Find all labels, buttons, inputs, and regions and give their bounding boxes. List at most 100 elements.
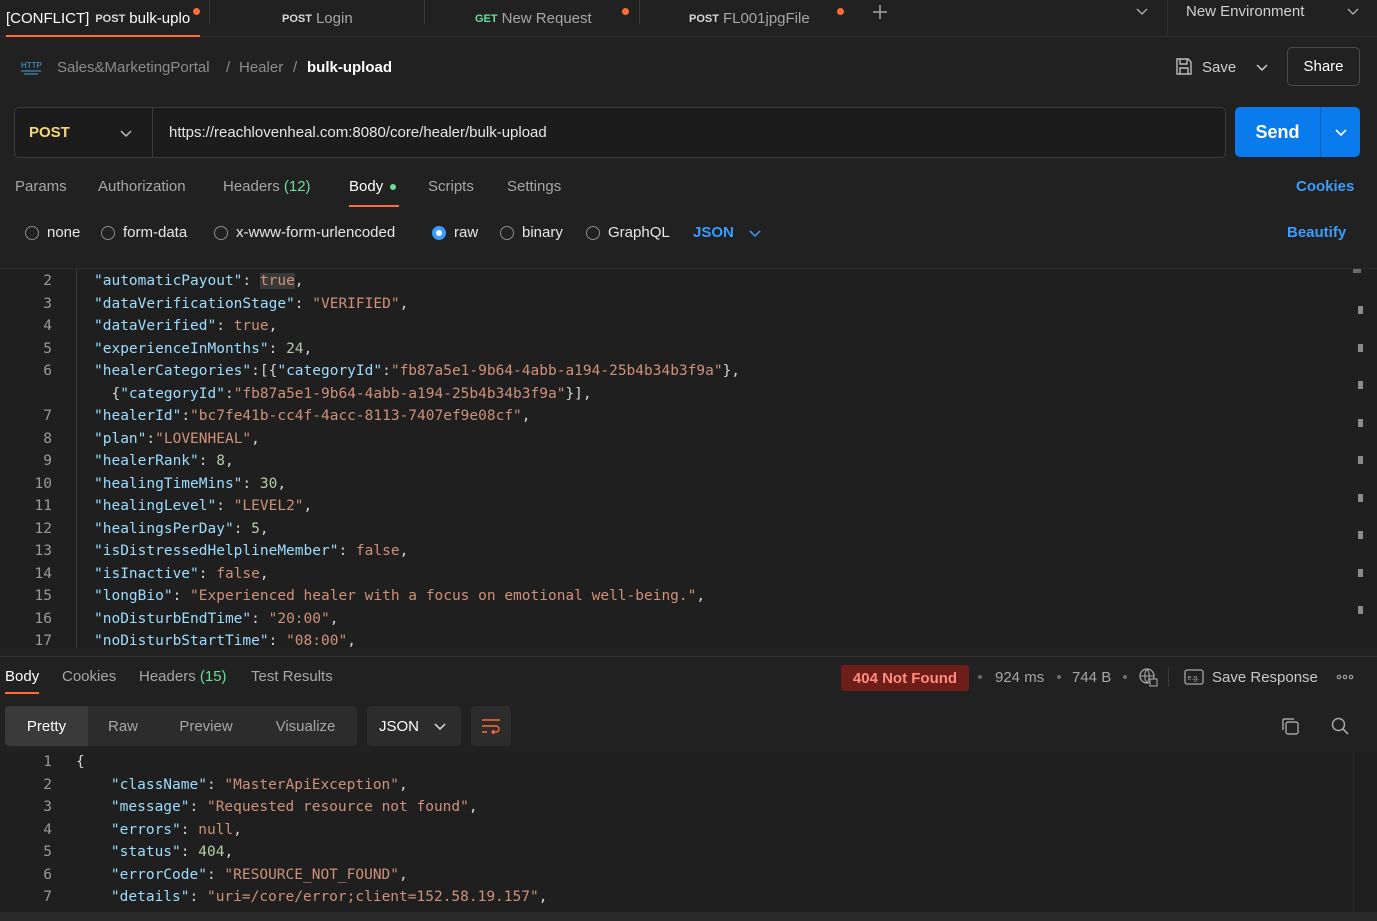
code-token: "Requested resource not found" — [206, 799, 469, 815]
view-visualize[interactable]: Visualize — [254, 706, 357, 746]
line-number: 1 — [43, 754, 52, 770]
line-number: 8 — [43, 430, 52, 447]
resp-tab-headers[interactable]: Headers (15) — [139, 668, 227, 685]
tab-params[interactable]: Params — [15, 178, 67, 195]
code-token: , — [303, 340, 313, 357]
tab-method: POST — [95, 12, 126, 25]
share-button[interactable]: Share — [1287, 47, 1360, 86]
code-token: "healerCategories" — [94, 363, 252, 379]
line-number: 14 — [34, 565, 52, 582]
resp-tab-body[interactable]: Body — [5, 668, 40, 694]
raw-format-chevron-icon — [748, 228, 762, 238]
code-token: }], — [565, 385, 592, 402]
resp-tab-cookies[interactable]: Cookies — [62, 668, 116, 685]
radio-circle-icon — [101, 225, 115, 240]
response-format-select[interactable]: JSON — [367, 706, 461, 746]
editor-scrollbar-thumb[interactable] — [1353, 269, 1361, 273]
environment-chevron-icon[interactable] — [1346, 6, 1360, 16]
breadcrumb-current[interactable]: bulk-upload — [307, 59, 392, 76]
save-button[interactable]: Save — [1202, 59, 1236, 76]
breadcrumb-folder[interactable]: Healer — [239, 59, 283, 76]
tab-settings[interactable]: Settings — [507, 178, 561, 195]
code-text: "healingLevel": "LEVEL2", — [94, 495, 312, 517]
raw-format-select[interactable]: JSON — [693, 224, 762, 241]
method-select[interactable]: POST — [15, 108, 153, 157]
tab-fl001jpgfile[interactable]: POST FL001jpgFile — [689, 0, 849, 37]
tab-bulk-upload[interactable]: [CONFLICT] POST bulk-uplo — [6, 0, 200, 37]
tab-headers[interactable]: Headers (12) — [223, 178, 311, 195]
tabs-overflow-chevron-icon[interactable] — [1135, 6, 1149, 16]
cookies-link[interactable]: Cookies — [1296, 178, 1354, 195]
network-globe-icon[interactable] — [1138, 667, 1158, 687]
copy-icon[interactable] — [1280, 716, 1300, 736]
save-options-chevron-icon[interactable] — [1255, 62, 1269, 72]
tab-authorization[interactable]: Authorization — [98, 178, 186, 195]
new-tab-plus-icon[interactable] — [871, 3, 889, 21]
code-token: , — [303, 498, 313, 514]
radio-urlencoded[interactable]: x-www-form-urlencoded — [214, 224, 395, 241]
code-token: { — [94, 385, 121, 402]
more-options-icon[interactable] — [1336, 674, 1354, 680]
overview-ruler-mark — [1358, 343, 1363, 352]
resp-tab-test-results[interactable]: Test Results — [251, 668, 333, 685]
meta-separator — [1057, 675, 1061, 679]
code-token: : — [224, 385, 234, 402]
line-number: 4 — [43, 318, 52, 334]
code-token: :[{ — [251, 363, 278, 379]
code-token: "plan" — [94, 430, 147, 447]
environment-selector[interactable]: New Environment — [1186, 3, 1304, 20]
request-body-editor[interactable]: 2 "automaticPayout": true, 3 "dataVerificat… — [0, 268, 1377, 648]
save-disk-icon[interactable] — [1174, 57, 1194, 77]
code-token: "isDistressedHelplineMember" — [94, 543, 339, 559]
send-button[interactable]: Send — [1235, 107, 1320, 157]
tab-scripts[interactable]: Scripts — [428, 178, 474, 195]
overview-ruler-mark — [1358, 493, 1363, 502]
code-token: , — [696, 588, 706, 604]
view-raw[interactable]: Raw — [88, 706, 158, 746]
radio-graphql[interactable]: GraphQL — [586, 224, 670, 241]
save-response-button[interactable]: Save Response — [1212, 669, 1318, 686]
radio-label: form-data — [123, 224, 188, 241]
radio-circle-icon — [586, 225, 600, 240]
code-token: "experienceInMonths" — [94, 340, 269, 357]
response-size[interactable]: 744 B — [1072, 669, 1111, 686]
code-token: : — [382, 363, 391, 379]
beautify-link[interactable]: Beautify — [1287, 224, 1346, 241]
tab-new-request[interactable]: GET New Request — [475, 0, 635, 37]
save-example-icon[interactable]: e.g. — [1184, 669, 1204, 685]
radio-binary[interactable]: binary — [500, 224, 563, 241]
code-text: "noDisturbEndTime": "20:00", — [94, 608, 338, 630]
view-pretty[interactable]: Pretty — [5, 706, 88, 746]
radio-raw[interactable]: raw — [432, 224, 478, 241]
response-body-editor[interactable]: 1{2 "className": "MasterApiException", 3 … — [0, 752, 1377, 912]
response-time[interactable]: 924 ms — [995, 669, 1044, 686]
radio-form-data[interactable]: form-data — [101, 224, 187, 241]
code-text: "noDisturbStartTime": "08:00", — [94, 630, 356, 648]
line-number: 13 — [34, 543, 52, 559]
url-input[interactable]: https://reachlovenheal.com:8080/core/hea… — [169, 124, 547, 141]
code-text: "isDistressedHelplineMember": false, — [94, 540, 408, 562]
meta-separator — [978, 675, 982, 679]
code-line: 17 "noDisturbStartTime": "08:00", — [0, 630, 1340, 648]
tab-login[interactable]: POST Login — [282, 0, 422, 37]
send-options-chevron-icon[interactable] — [1334, 127, 1348, 137]
line-number: 2 — [43, 273, 52, 289]
status-badge[interactable]: 404 Not Found — [841, 665, 969, 691]
send-button-group: Send — [1235, 107, 1360, 157]
code-token: : — [268, 340, 287, 357]
breadcrumb-collection[interactable]: Sales&MarketingPortal — [57, 59, 210, 76]
code-line: 4 "errors": null, — [0, 819, 1340, 841]
wrap-lines-button[interactable] — [471, 706, 511, 746]
tab-body-underline — [349, 205, 399, 207]
code-line: 14 "isInactive": false, — [0, 563, 1340, 585]
code-line: 2 "automaticPayout": true, — [0, 270, 1340, 292]
code-token: : — [198, 565, 217, 582]
view-preview[interactable]: Preview — [158, 706, 254, 746]
radio-label: binary — [522, 224, 563, 241]
response-format-chevron-icon — [433, 721, 447, 731]
tab-body[interactable]: Body — [349, 178, 397, 195]
search-icon[interactable] — [1330, 716, 1350, 736]
radio-none[interactable]: none — [25, 224, 80, 241]
tab-divider — [209, 0, 210, 24]
code-token: , — [538, 889, 548, 905]
